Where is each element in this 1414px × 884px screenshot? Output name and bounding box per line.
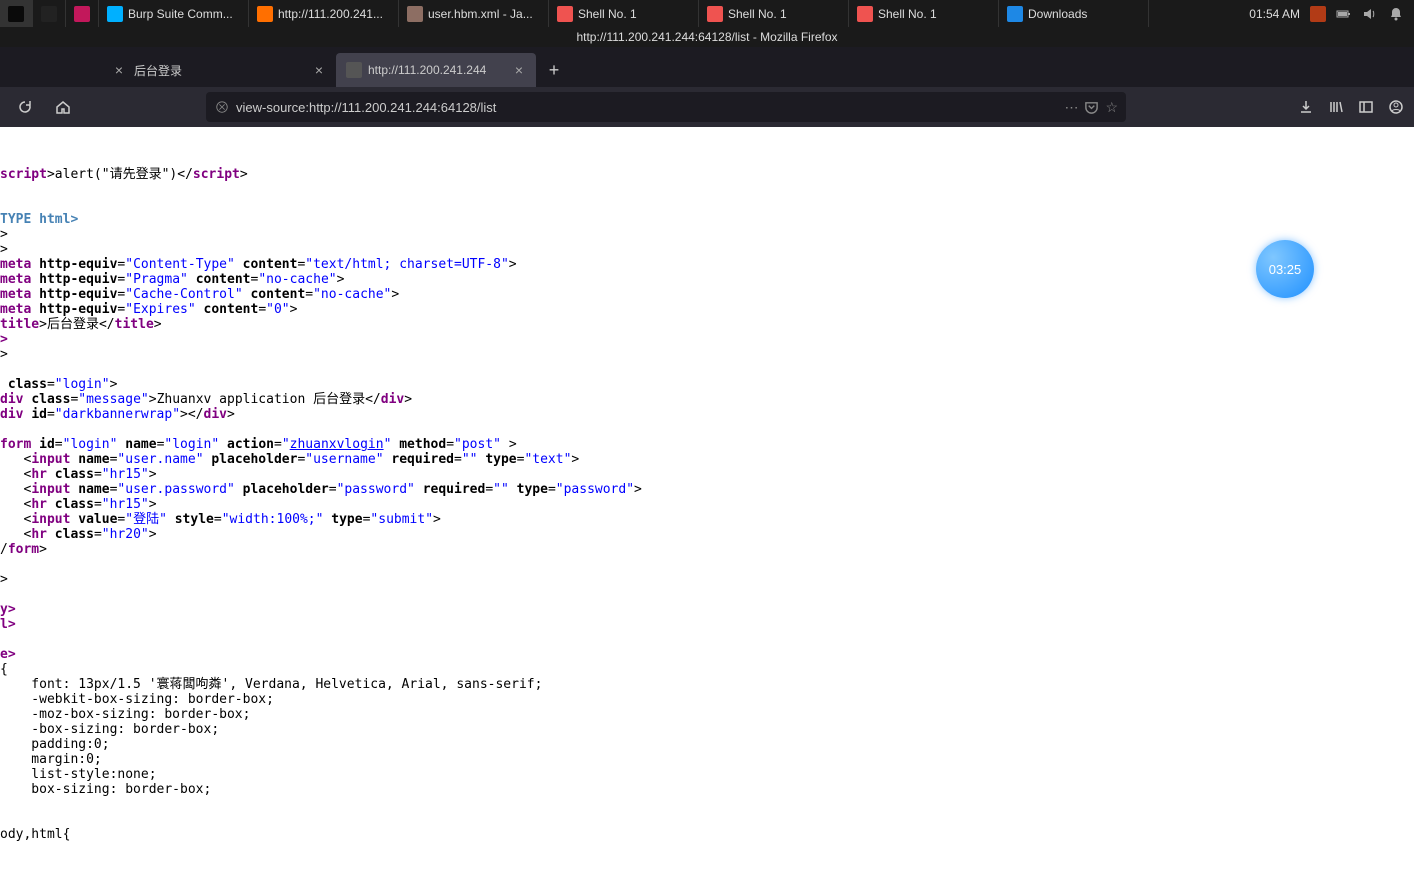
- taskbar-clock[interactable]: 01:54 AM: [1249, 7, 1300, 21]
- taskbar-label: user.hbm.xml - Ja...: [428, 7, 533, 21]
- shell-icon: [707, 6, 723, 22]
- source-code: script>alert("请先登录")</script> TYPE html>…: [0, 137, 1414, 842]
- input-method-icon[interactable]: [1310, 6, 1326, 22]
- tab-label: 后台登录: [134, 62, 292, 79]
- timer-value: 03:25: [1269, 262, 1302, 277]
- browser-tabstrip: × 后台登录 × http://111.200.241.244 × +: [0, 47, 1414, 87]
- taskbar-item-shell[interactable]: Shell No. 1: [849, 0, 999, 27]
- taskbar-label: Downloads: [1028, 7, 1087, 21]
- window-title: http://111.200.241.244:64128/list - Mozi…: [0, 27, 1414, 47]
- tab-close-icon[interactable]: ×: [110, 61, 128, 79]
- timer-badge[interactable]: 03:25: [1256, 240, 1314, 298]
- pocket-icon[interactable]: [1084, 100, 1099, 115]
- taskbar-label: Burp Suite Comm...: [128, 7, 233, 21]
- bookmark-icon[interactable]: ☆: [1105, 99, 1118, 116]
- url-bar[interactable]: ⋯ ☆: [206, 92, 1126, 122]
- taskbar-item[interactable]: [33, 0, 66, 27]
- tab-close-icon[interactable]: ×: [510, 61, 528, 79]
- home-button[interactable]: [48, 92, 78, 122]
- urlbar-actions: ⋯ ☆: [1064, 99, 1118, 116]
- terminal-icon: [41, 6, 57, 22]
- toolbar-right: [1298, 99, 1404, 115]
- shell-icon: [557, 6, 573, 22]
- tab-close-area[interactable]: ×: [300, 53, 336, 87]
- sidebar-icon[interactable]: [1358, 99, 1374, 115]
- browser-tab[interactable]: × 后台登录: [100, 53, 300, 87]
- globe-icon: [346, 62, 362, 78]
- library-icon[interactable]: [1328, 99, 1344, 115]
- taskbar-label: Shell No. 1: [578, 7, 637, 21]
- taskbar-item[interactable]: [0, 0, 33, 27]
- taskbar-item-burp[interactable]: Burp Suite Comm...: [99, 0, 249, 27]
- downloads-icon[interactable]: [1298, 99, 1314, 115]
- taskbar-item-shell[interactable]: Shell No. 1: [549, 0, 699, 27]
- os-taskbar: Burp Suite Comm... http://111.200.241...…: [0, 0, 1414, 27]
- browser-tab-active[interactable]: http://111.200.241.244 ×: [336, 53, 536, 87]
- taskbar-right: 01:54 AM: [1249, 6, 1414, 22]
- taskbar-item-firefox[interactable]: http://111.200.241...: [249, 0, 399, 27]
- reload-button[interactable]: [10, 92, 40, 122]
- browser-toolbar: ⋯ ☆: [0, 87, 1414, 127]
- shell-icon: [857, 6, 873, 22]
- taskbar-item-shell[interactable]: Shell No. 1: [699, 0, 849, 27]
- page-content: script>alert("请先登录")</script> TYPE html>…: [0, 127, 1414, 884]
- taskbar-label: Shell No. 1: [728, 7, 787, 21]
- app-icon: [74, 6, 90, 22]
- new-tab-button[interactable]: +: [540, 56, 568, 84]
- terminal-icon: [8, 6, 24, 22]
- security-icon[interactable]: [214, 99, 230, 115]
- url-input[interactable]: [236, 100, 1058, 115]
- tab-close-icon[interactable]: ×: [310, 61, 328, 79]
- taskbar-item[interactable]: [66, 0, 99, 27]
- taskbar-label: http://111.200.241...: [278, 7, 383, 21]
- taskbar-item-file[interactable]: user.hbm.xml - Ja...: [399, 0, 549, 27]
- firefox-icon: [257, 6, 273, 22]
- files-icon: [1007, 6, 1023, 22]
- burp-icon: [107, 6, 123, 22]
- file-icon: [407, 6, 423, 22]
- battery-icon[interactable]: [1336, 6, 1352, 22]
- volume-icon[interactable]: [1362, 6, 1378, 22]
- taskbar-item-downloads[interactable]: Downloads: [999, 0, 1149, 27]
- taskbar-label: Shell No. 1: [878, 7, 937, 21]
- account-icon[interactable]: [1388, 99, 1404, 115]
- tab-label: http://111.200.241.244: [368, 63, 504, 77]
- notification-icon[interactable]: [1388, 6, 1404, 22]
- page-actions-icon[interactable]: ⋯: [1064, 99, 1078, 116]
